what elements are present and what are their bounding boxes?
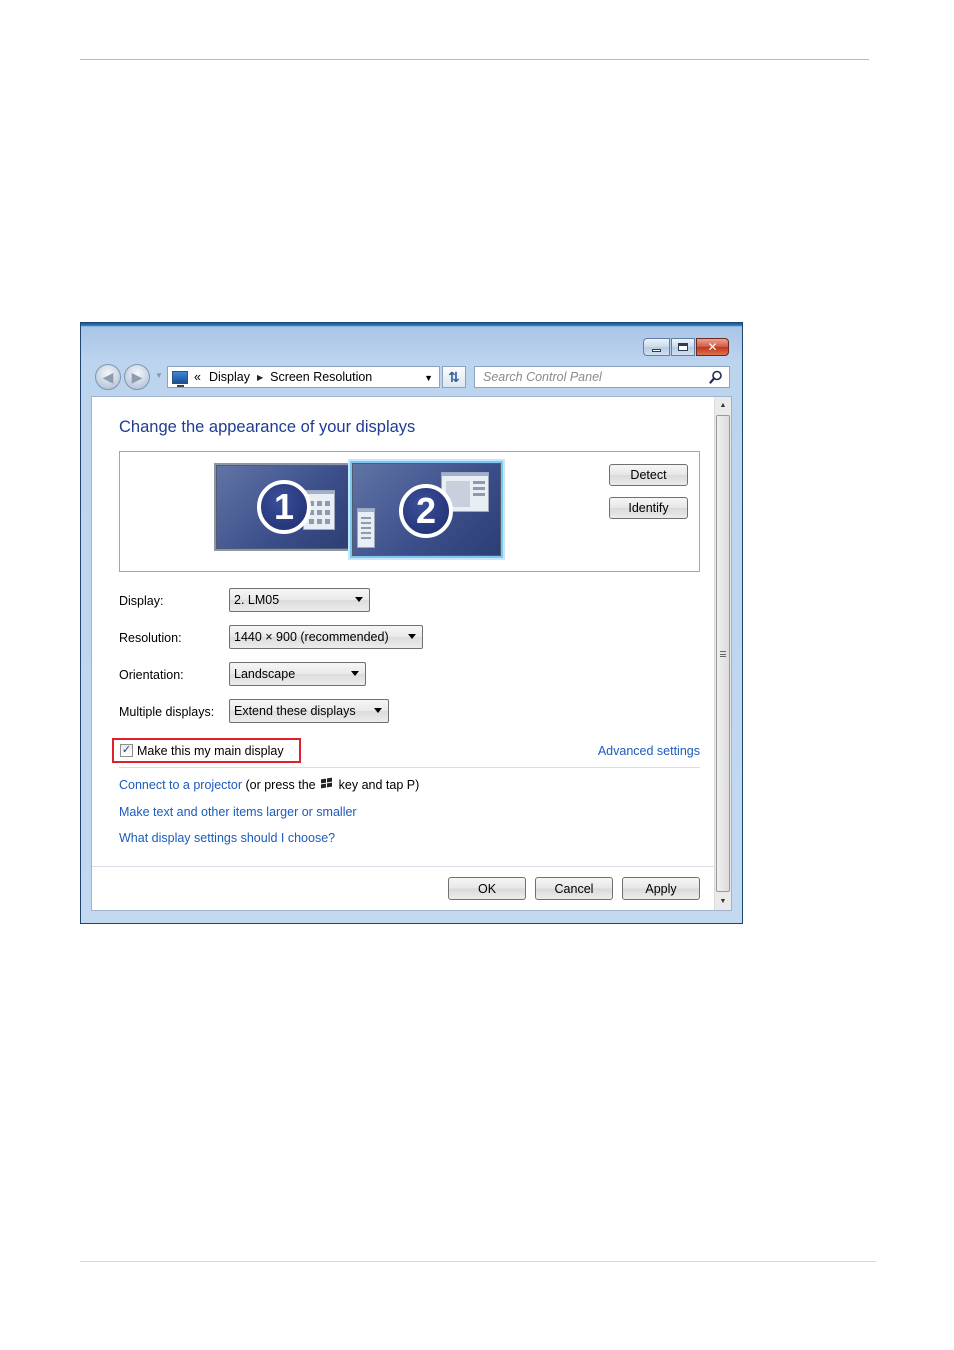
screen-resolution-window: ✕ ◀ ▶ ▼ « Display ▶ Screen Resolution ▼ … — [80, 322, 743, 924]
detect-button[interactable]: Detect — [609, 464, 688, 486]
section-divider — [119, 767, 700, 768]
connect-projector-link[interactable]: Connect to a projector — [119, 778, 242, 792]
minimize-button[interactable] — [643, 338, 670, 356]
projector-hint-start: (or press the — [242, 778, 316, 792]
scroll-thumb[interactable] — [716, 415, 730, 892]
main-display-checkbox[interactable]: ✓ — [120, 744, 133, 757]
checkmark-icon: ✓ — [121, 744, 132, 756]
scroll-up-icon[interactable]: ▲ — [715, 397, 731, 414]
grip-icon — [720, 651, 726, 657]
advanced-settings-link[interactable]: Advanced settings — [598, 744, 700, 758]
maximize-button[interactable] — [671, 338, 695, 356]
monitor-1[interactable]: 1 — [216, 465, 350, 549]
page-title: Change the appearance of your displays — [119, 418, 416, 436]
forward-arrow-icon: ▶ — [131, 368, 143, 385]
main-display-label[interactable]: Make this my main display — [137, 744, 284, 758]
close-button[interactable]: ✕ — [696, 338, 729, 356]
display-select-value: 2. LM05 — [234, 593, 280, 607]
address-dropdown-icon[interactable]: ▼ — [424, 373, 433, 383]
vertical-scrollbar[interactable]: ▲ ▼ — [714, 397, 731, 910]
chevron-down-icon — [351, 671, 359, 676]
chevron-down-icon — [374, 708, 382, 713]
button-bar-divider — [92, 866, 714, 867]
close-icon: ✕ — [707, 340, 718, 354]
monitor-2[interactable]: 2 — [350, 461, 503, 558]
chevron-down-icon — [408, 634, 416, 639]
windows-logo-icon — [320, 777, 334, 790]
monitor-2-number: 2 — [399, 484, 453, 538]
monitor-2-sidebar-thumbnail — [357, 508, 375, 548]
display-settings-help-link[interactable]: What display settings should I choose? — [119, 831, 335, 845]
maximize-icon — [678, 343, 688, 351]
search-icon[interactable] — [709, 370, 723, 384]
page-top-rule — [80, 59, 869, 60]
breadcrumb-screen-resolution[interactable]: Screen Resolution — [270, 370, 372, 384]
minimize-icon — [652, 348, 661, 352]
breadcrumb-overflow[interactable]: « — [194, 370, 201, 384]
multiple-displays-select-value: Extend these displays — [234, 704, 356, 718]
projector-hint-end: key and tap P) — [338, 778, 420, 792]
resolution-select-value: 1440 × 900 (recommended) — [234, 630, 389, 644]
multiple-displays-select[interactable]: Extend these displays — [229, 699, 389, 723]
resolution-select[interactable]: 1440 × 900 (recommended) — [229, 625, 423, 649]
multiple-displays-label: Multiple displays: — [119, 705, 215, 719]
page-bottom-rule — [80, 1261, 876, 1262]
refresh-button[interactable]: ⇅ — [442, 366, 466, 388]
resolution-label: Resolution: — [119, 631, 182, 645]
monitor-1-number: 1 — [257, 480, 311, 534]
display-arrangement-area: 1 2 Detect Identify — [119, 451, 700, 572]
chevron-down-icon — [355, 597, 363, 602]
ok-button[interactable]: OK — [448, 877, 526, 900]
search-input[interactable]: Search Control Panel — [474, 366, 730, 388]
window-controls: ✕ — [642, 338, 729, 356]
breadcrumb-separator-icon[interactable]: ▶ — [257, 373, 263, 382]
projector-line: Connect to a projector (or press the key … — [119, 777, 420, 792]
display-label: Display: — [119, 594, 164, 608]
control-panel-icon — [172, 370, 188, 387]
display-select[interactable]: 2. LM05 — [229, 588, 370, 612]
breadcrumb-display[interactable]: Display — [209, 370, 250, 384]
search-placeholder: Search Control Panel — [483, 370, 602, 384]
scroll-down-icon[interactable]: ▼ — [715, 893, 731, 910]
back-arrow-icon: ◀ — [102, 368, 114, 385]
main-display-highlight: ✓ Make this my main display — [112, 738, 301, 763]
orientation-select-value: Landscape — [234, 667, 296, 681]
content-pane: Change the appearance of your displays 1 — [91, 396, 732, 911]
orientation-select[interactable]: Landscape — [229, 662, 366, 686]
recent-pages-dropdown[interactable]: ▼ — [155, 371, 163, 380]
cancel-button[interactable]: Cancel — [535, 877, 613, 900]
back-button[interactable]: ◀ — [95, 364, 121, 390]
address-bar[interactable]: « Display ▶ Screen Resolution ▼ — [167, 366, 440, 388]
forward-button[interactable]: ▶ — [124, 364, 150, 390]
text-size-link[interactable]: Make text and other items larger or smal… — [119, 805, 357, 819]
refresh-icon: ⇅ — [448, 368, 460, 385]
orientation-label: Orientation: — [119, 668, 184, 682]
apply-button[interactable]: Apply — [622, 877, 700, 900]
identify-button[interactable]: Identify — [609, 497, 688, 519]
